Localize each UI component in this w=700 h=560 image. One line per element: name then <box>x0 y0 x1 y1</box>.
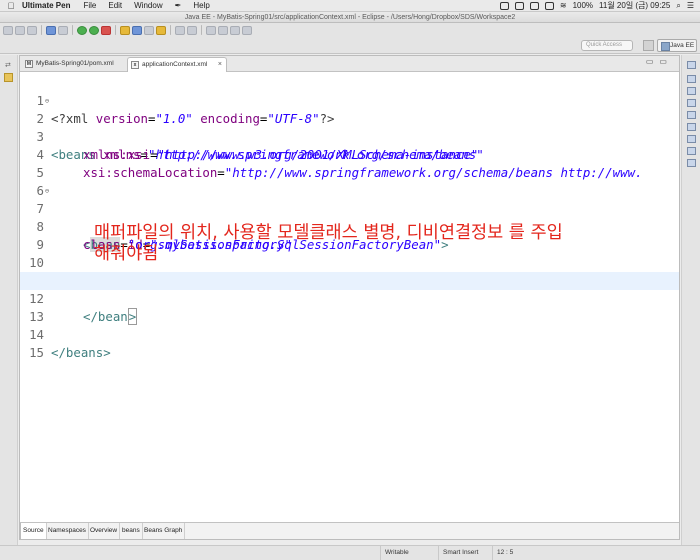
pen-icon[interactable]: ✒ <box>175 1 182 10</box>
data-source-icon[interactable] <box>687 135 696 143</box>
new-icon[interactable] <box>3 25 13 35</box>
menu-edit[interactable]: Edit <box>108 1 122 10</box>
save-icon[interactable] <box>15 25 25 35</box>
search-toolbar-icon[interactable] <box>175 25 185 35</box>
code-line: 15 <box>20 326 679 360</box>
notification-icon[interactable]: ☰ <box>687 1 694 10</box>
next-annotation-icon[interactable] <box>206 25 216 35</box>
code-line: 2 ⊖ <beans xmlns="http://www.springframe… <box>20 92 679 162</box>
tray-square-icon[interactable] <box>514 1 524 10</box>
open-perspective-icon[interactable] <box>643 40 654 51</box>
search-icon[interactable]: ⌕ <box>676 1 680 11</box>
run-icon[interactable] <box>89 25 99 35</box>
code-line: 1 <?xml version="1.0" encoding="UTF-8"?> <box>20 74 679 126</box>
console-icon[interactable] <box>687 159 696 167</box>
tab-beans[interactable]: beans <box>120 523 143 539</box>
tab-label: MyBatis-Spring01/pom.xml <box>36 60 114 67</box>
code-line: 14 </beans> <box>20 308 679 360</box>
status-cursor-position: 12 : 5 <box>492 546 546 560</box>
servers-icon[interactable] <box>687 123 696 131</box>
new-class-icon[interactable] <box>132 25 142 35</box>
tab-application-context[interactable]: x applicationContext.xml × <box>127 57 227 72</box>
external-tools-icon[interactable] <box>101 25 111 35</box>
status-bar: Writable Smart Insert 12 : 5 <box>0 545 700 560</box>
close-tab-icon[interactable]: × <box>218 58 222 72</box>
tray-display-icon[interactable] <box>544 1 554 10</box>
menu-window[interactable]: Window <box>134 1 162 10</box>
prev-annotation-icon[interactable] <box>218 25 228 35</box>
right-trim-bar <box>681 55 700 545</box>
tab-label: applicationContext.xml <box>142 61 208 68</box>
quick-access-input[interactable]: Quick Access <box>581 40 633 51</box>
properties-icon[interactable] <box>687 111 696 119</box>
outline-icon[interactable] <box>687 75 696 83</box>
new-package-icon[interactable] <box>120 25 130 35</box>
editor-tab-bar: M MyBatis-Spring01/pom.xml x application… <box>20 56 679 72</box>
skip-icon[interactable] <box>58 25 68 35</box>
tab-beans-graph[interactable]: Beans Graph <box>142 523 186 539</box>
package-explorer-icon[interactable] <box>4 73 13 82</box>
wifi-icon[interactable]: ≋ <box>560 1 567 10</box>
left-trim-bar: ⇄ <box>0 55 18 545</box>
tab-pom-xml[interactable]: M MyBatis-Spring01/pom.xml <box>22 57 126 72</box>
annotation-line: 해줘야됨 <box>94 244 159 264</box>
xml-source-editor[interactable]: 1 <?xml version="1.0" encoding="UTF-8"?>… <box>20 74 679 514</box>
toolbar-divider <box>41 25 42 35</box>
tab-source[interactable]: Source <box>20 523 47 539</box>
editor-area: M MyBatis-Spring01/pom.xml x application… <box>19 55 680 540</box>
fold-toggle-icon[interactable]: ⊖ <box>44 182 50 200</box>
code-line: 8 class="org.mybatis.spring.SqlSessionFa… <box>20 200 679 252</box>
apple-icon[interactable]:  <box>4 1 18 11</box>
status-writable: Writable <box>380 546 438 560</box>
toolbar-divider <box>72 25 73 35</box>
menu-help[interactable]: Help <box>193 1 209 10</box>
toolbar-divider <box>170 25 171 35</box>
xml-file-icon: x <box>131 61 139 69</box>
handwritten-annotation: 매퍼파일의 위치, 사용할 모델클래스 별명, 디비연결정보 를 주입 해줘야됨 <box>94 223 654 265</box>
code-line: 6 <box>20 164 679 198</box>
markers-icon[interactable] <box>687 99 696 107</box>
editor-page-tabs: Source Namespaces Overview beans Beans G… <box>20 522 679 539</box>
battery-label[interactable]: 100% <box>573 1 593 10</box>
open-task-icon[interactable] <box>156 25 166 35</box>
code-line: 3 xmlns:xsi="http://www.w3.org/2001/XMLS… <box>20 110 679 162</box>
tray-box-icon[interactable] <box>529 1 539 10</box>
annotation-icon[interactable] <box>187 25 197 35</box>
menu-extras: ≋ 100% 11월 20일 (금) 09:25 ⌕ ☰ <box>499 0 700 11</box>
tab-overview[interactable]: Overview <box>88 523 121 539</box>
current-code-line: 12 </bean> <box>20 272 679 325</box>
snippets-icon[interactable] <box>687 147 696 155</box>
status-insert-mode: Smart Insert <box>438 546 492 560</box>
line-number: 15 <box>29 345 44 360</box>
window-title: Java EE - MyBatis-Spring01/src/applicati… <box>0 12 700 23</box>
toolbar-divider <box>201 25 202 35</box>
code-line: 13 <box>20 290 679 324</box>
clock-label[interactable]: 11월 20일 (금) 09:25 <box>599 0 670 11</box>
tray-b-icon[interactable] <box>499 1 509 10</box>
restore-icon[interactable]: ⇄ <box>5 61 11 69</box>
debug-icon[interactable] <box>77 25 87 35</box>
restore-right-icon[interactable] <box>687 61 696 69</box>
forward-icon[interactable] <box>242 25 252 35</box>
annotation-line: 매퍼파일의 위치, 사용할 모델클래스 별명, 디비연결정보 를 주입 <box>94 223 563 243</box>
code-line: 4 xsi:schemaLocation="http://www.springf… <box>20 128 679 180</box>
code-line: 5 <box>20 146 679 180</box>
toolbar-divider <box>115 25 116 35</box>
server-icon[interactable] <box>46 25 56 35</box>
print-icon[interactable] <box>27 25 37 35</box>
app-menu[interactable]: Ultimate Pen <box>22 1 70 10</box>
code-line: 7 ⊖ <bean id="sqlSessionFactory" <box>20 182 679 252</box>
tab-namespaces[interactable]: Namespaces <box>46 523 89 539</box>
open-type-icon[interactable] <box>144 25 154 35</box>
maven-file-icon: M <box>25 60 33 68</box>
minimize-maximize-icon[interactable]: ▭▭ <box>646 57 673 66</box>
main-toolbar <box>0 23 700 37</box>
menu-file[interactable]: File <box>83 1 96 10</box>
fold-toggle-icon[interactable]: ⊖ <box>44 92 50 110</box>
task-list-icon[interactable] <box>687 87 696 95</box>
macos-menu-bar:  Ultimate Pen File Edit Window ✒ Help ≋… <box>0 0 700 12</box>
back-icon[interactable] <box>230 25 240 35</box>
perspective-java-ee-button[interactable]: Java EE <box>657 39 697 52</box>
